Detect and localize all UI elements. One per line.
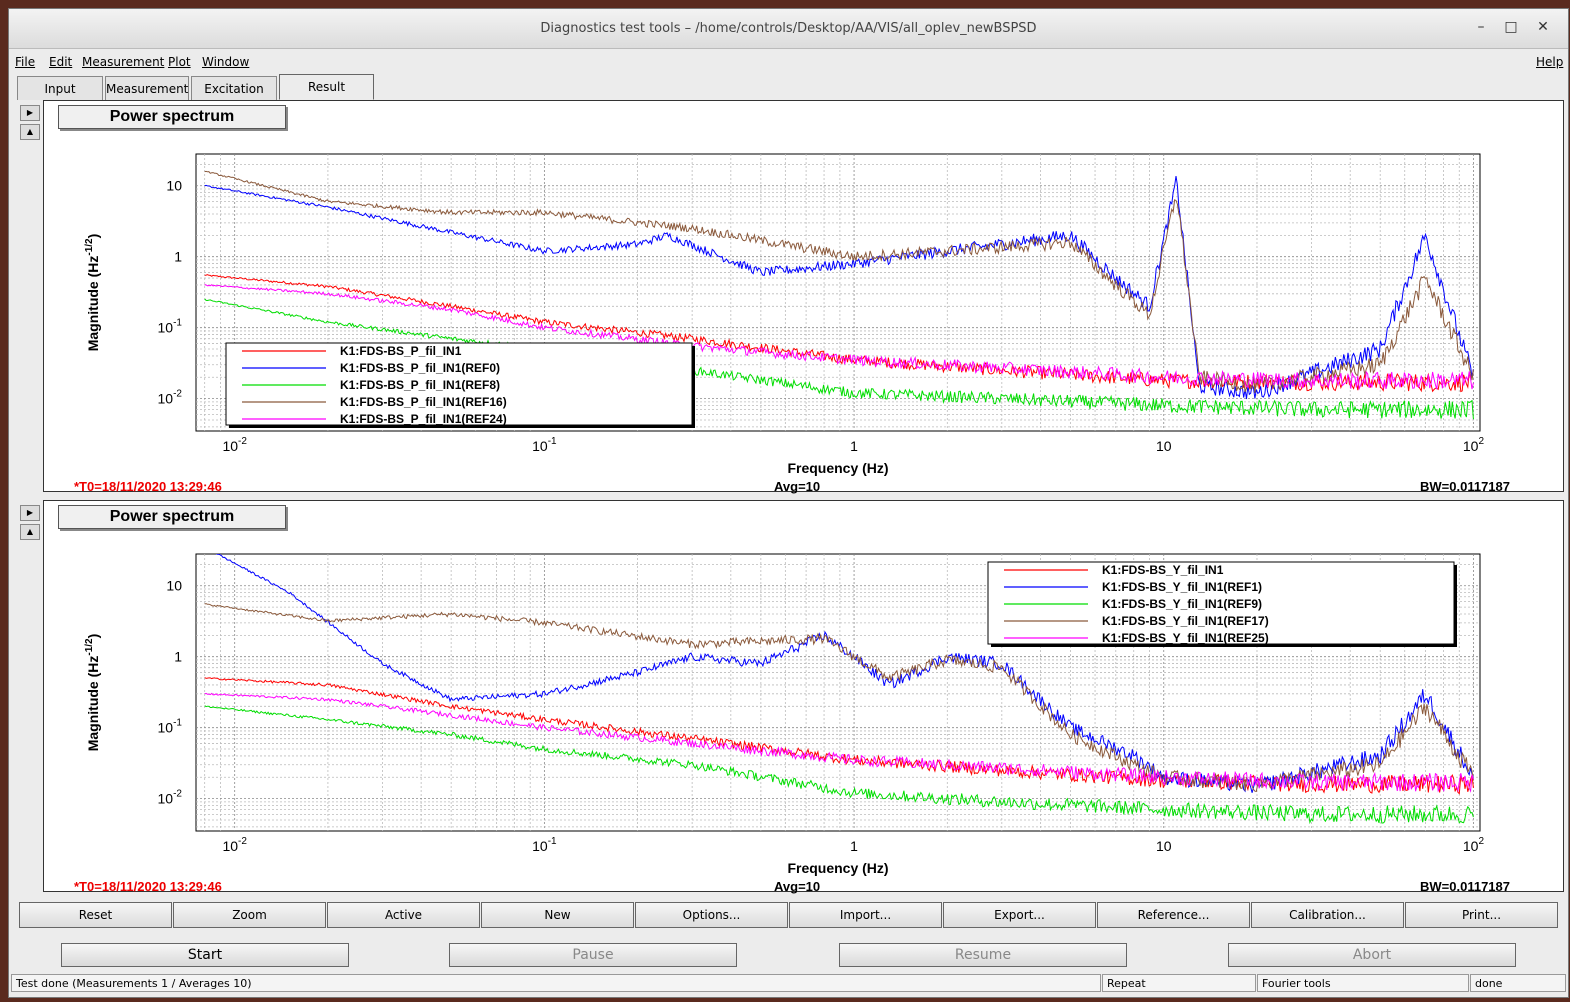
status-bar: Test done (Measurements 1 / Averages 10)… [9, 974, 1568, 994]
y-axis-label: Magnitude (Hz-1/2) [84, 634, 101, 752]
zoom-button[interactable]: Zoom [173, 902, 326, 928]
window-title: Diagnostics test tools – /home/controls/… [540, 21, 1037, 36]
menu-plot[interactable]: Plot [168, 55, 191, 69]
legend-entry: K1:FDS-BS_Y_fil_IN1(REF25) [1102, 631, 1269, 645]
bandwidth: BW=0.0117187 [1420, 479, 1510, 494]
legend-entry: K1:FDS-BS_P_fil_IN1(REF8) [340, 378, 500, 392]
legend-entry: K1:FDS-BS_P_fil_IN1(REF16) [340, 395, 507, 409]
abort-button[interactable]: Abort [1228, 943, 1516, 967]
y-tick-label: 1 [174, 649, 182, 665]
x-tick-label: 10-1 [532, 836, 557, 854]
x-axis-label: Frequency (Hz) [787, 860, 888, 876]
status-done: done [1470, 974, 1566, 992]
resume-button[interactable]: Resume [839, 943, 1127, 967]
y-tick-label: 10-2 [158, 389, 183, 407]
close-button[interactable]: ✕ [1533, 19, 1553, 35]
panel2-collapse-button[interactable]: ▲ [20, 524, 40, 540]
power-spectrum-chart-1[interactable]: 10-2 10-1 1 10 102 10-2 10-1 1 10 Frequency (Hz) M… [44, 101, 1565, 493]
y-tick-label: 1 [174, 249, 182, 265]
y-tick-label: 10-1 [158, 318, 183, 336]
y-axis-label: Magnitude (Hz-1/2) [84, 234, 101, 352]
t0-timestamp: *T0=18/11/2020 13:29:46 [74, 879, 222, 894]
y-tick-label: 10-2 [158, 789, 183, 807]
active-button[interactable]: Active [327, 902, 480, 928]
tab-measurement[interactable]: Measurement [105, 76, 189, 100]
title-bar: Diagnostics test tools – /home/controls/… [9, 9, 1568, 49]
legend-entry: K1:FDS-BS_Y_fil_IN1(REF17) [1102, 614, 1269, 628]
pause-button[interactable]: Pause [449, 943, 737, 967]
tab-result[interactable]: Result [279, 74, 374, 100]
tab-input[interactable]: Input [17, 76, 103, 100]
menu-edit[interactable]: Edit [49, 55, 72, 69]
status-repeat: Repeat [1102, 974, 1256, 992]
panel2-expand-button[interactable]: ▶ [20, 505, 40, 521]
legend-entry: K1:FDS-BS_P_fil_IN1(REF24) [340, 412, 507, 426]
y-tick-label: 10 [166, 178, 182, 194]
calibration-button[interactable]: Calibration... [1251, 902, 1404, 928]
plot-panel-1: Power spectrum 10-2 10-1 1 10 102 10-2 10-1 1 10… [43, 100, 1565, 494]
import-button[interactable]: Import... [789, 902, 942, 928]
t0-timestamp: *T0=18/11/2020 13:29:46 [74, 479, 222, 494]
x-tick-label: 102 [1463, 436, 1485, 454]
new-button[interactable]: New [481, 902, 634, 928]
menu-window[interactable]: Window [202, 55, 249, 69]
x-tick-label: 10 [1156, 838, 1172, 854]
bandwidth: BW=0.0117187 [1420, 879, 1510, 894]
panel1-collapse-button[interactable]: ▲ [20, 124, 40, 140]
reset-button[interactable]: Reset [19, 902, 172, 928]
legend-entry: K1:FDS-BS_P_fil_IN1 [340, 344, 462, 358]
status-message: Test done (Measurements 1 / Averages 10) [11, 974, 1101, 992]
x-tick-label: 10-2 [222, 836, 247, 854]
panel1-expand-button[interactable]: ▶ [20, 105, 40, 121]
main-window: Diagnostics test tools – /home/controls/… [8, 8, 1569, 998]
reference-button[interactable]: Reference... [1097, 902, 1250, 928]
menu-measurement[interactable]: Measurement [82, 55, 164, 69]
export-button[interactable]: Export... [943, 902, 1096, 928]
average-count: Avg=10 [774, 479, 821, 494]
y-tick-label: 10 [166, 578, 182, 594]
average-count: Avg=10 [774, 879, 821, 894]
legend-entry: K1:FDS-BS_Y_fil_IN1 [1102, 563, 1224, 577]
minimize-button[interactable]: – [1471, 19, 1491, 35]
tab-excitation[interactable]: Excitation [191, 76, 277, 100]
x-tick-label: 1 [850, 438, 858, 454]
x-tick-label: 10-2 [222, 436, 247, 454]
plot-panel-2: Power spectrum 10-2 10-1 1 10 102 10-2 10-1 1 10… [43, 500, 1565, 894]
start-button[interactable]: Start [61, 943, 349, 967]
legend-entry: K1:FDS-BS_Y_fil_IN1(REF9) [1102, 597, 1262, 611]
measurement-controls: Start Pause Resume Abort [9, 943, 1568, 971]
x-axis-label: Frequency (Hz) [787, 460, 888, 476]
maximize-button[interactable]: □ [1501, 19, 1521, 35]
plot-toolbar: Reset Zoom Active New Options... Import.… [19, 902, 1560, 928]
print-button[interactable]: Print... [1405, 902, 1558, 928]
x-tick-label: 1 [850, 838, 858, 854]
menu-bar: File Edit Measurement Plot Window Help [9, 50, 1568, 74]
menu-file[interactable]: File [15, 55, 35, 69]
legend-entry: K1:FDS-BS_P_fil_IN1(REF0) [340, 361, 500, 375]
status-fourier: Fourier tools [1257, 974, 1469, 992]
tab-bar: Input Measurement Excitation Result [9, 74, 1568, 100]
x-tick-label: 10-1 [532, 436, 557, 454]
options-button[interactable]: Options... [635, 902, 788, 928]
x-tick-label: 10 [1156, 438, 1172, 454]
y-tick-label: 10-1 [158, 718, 183, 736]
power-spectrum-chart-2[interactable]: 10-2 10-1 1 10 102 10-2 10-1 1 10 Frequency (Hz) M… [44, 501, 1565, 893]
x-tick-label: 102 [1463, 836, 1485, 854]
menu-help[interactable]: Help [1536, 55, 1563, 69]
legend-entry: K1:FDS-BS_Y_fil_IN1(REF1) [1102, 580, 1262, 594]
